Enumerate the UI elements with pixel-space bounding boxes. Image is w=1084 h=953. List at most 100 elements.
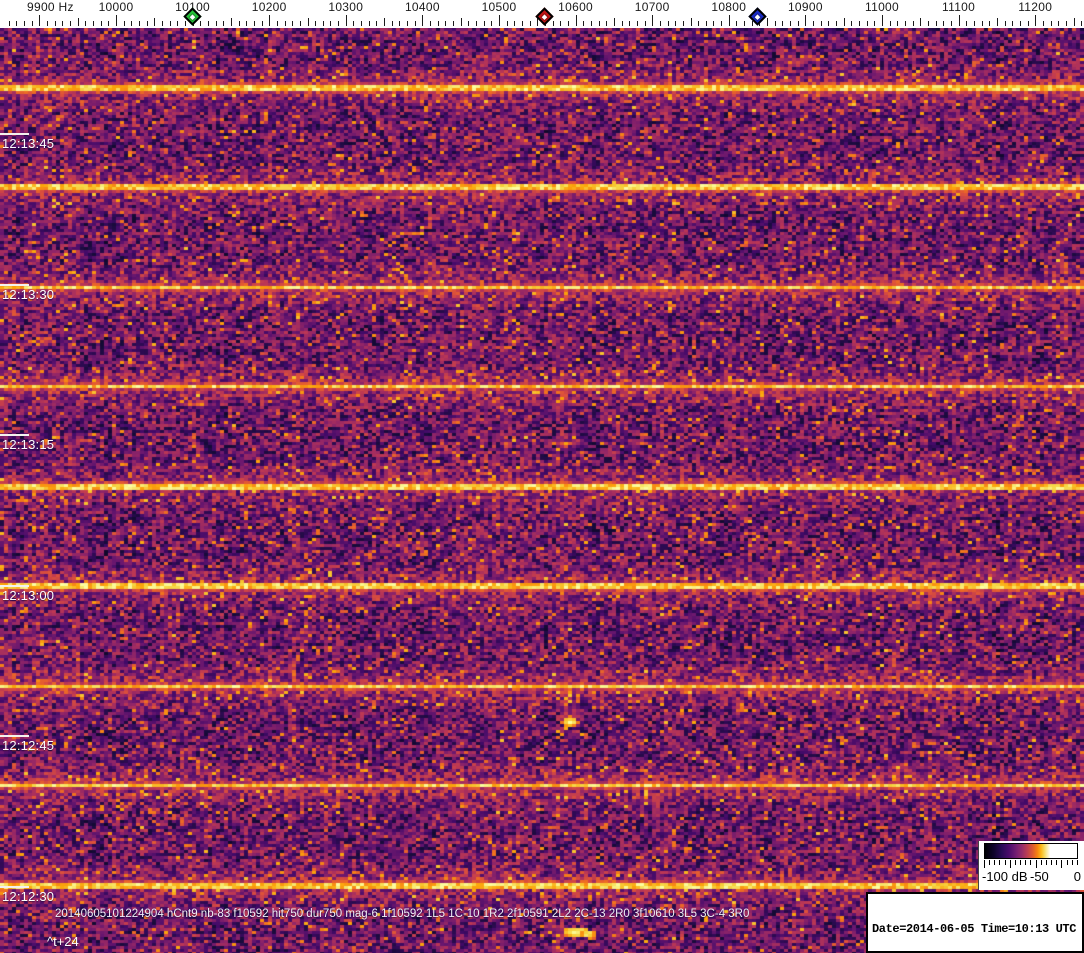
ruler-tick (1081, 21, 1083, 26)
ruler-tick (659, 21, 661, 26)
ruler-tick (797, 21, 799, 26)
ruler-tick (445, 21, 447, 26)
ruler-tick (521, 21, 523, 26)
ruler-tick (667, 21, 669, 26)
ruler-tick (62, 21, 64, 26)
ruler-tick (322, 21, 324, 26)
ruler-tick (935, 21, 937, 26)
hit-annotation-text: 20140605101224904 hCnt9 nb-83 f10592 hit… (55, 908, 750, 920)
ruler-tick (284, 21, 286, 26)
ruler-tick (361, 21, 363, 26)
ruler-tick (1027, 21, 1029, 26)
ruler-tick (269, 15, 271, 26)
ruler-tick (161, 21, 163, 26)
ruler-tick (414, 21, 416, 26)
time-tick (0, 886, 29, 888)
ruler-tick (93, 21, 95, 26)
ruler-tick (682, 21, 684, 26)
frequency-ruler[interactable]: 9900 Hz100001010010200103001040010500106… (0, 0, 1084, 28)
ruler-tick (207, 21, 209, 26)
ruler-tick (805, 15, 807, 26)
ruler-tick (675, 21, 677, 26)
station-info-box: Date=2014-06-05 Time=10:13 UTC Freq=143 … (866, 892, 1084, 953)
ruler-tick (215, 21, 217, 26)
ruler-tick (598, 21, 600, 26)
ruler-tick (973, 21, 975, 26)
spectrogram-waterfall[interactable] (0, 28, 1084, 953)
time-tick (0, 584, 29, 587)
frequency-label: 11200 (1018, 0, 1053, 14)
ruler-tick (399, 21, 401, 26)
marker-red-core (540, 12, 549, 21)
ruler-tick (889, 21, 891, 26)
ruler-tick (782, 21, 784, 26)
ruler-tick (108, 21, 110, 26)
ruler-tick (958, 15, 960, 26)
ruler-tick (39, 15, 41, 26)
ruler-tick (230, 18, 232, 26)
ruler-tick (836, 21, 838, 26)
ruler-tick (1035, 15, 1037, 26)
time-tick (0, 434, 29, 437)
ruler-tick (460, 18, 462, 26)
ruler-tick (904, 21, 906, 26)
ruler-tick (184, 21, 186, 26)
ruler-tick (476, 21, 478, 26)
colorbar-gradient (984, 843, 1078, 859)
ruler-tick (376, 21, 378, 26)
ruler-tick (437, 21, 439, 26)
ruler-tick (897, 21, 899, 26)
ruler-tick (177, 21, 179, 26)
ruler-tick (851, 21, 853, 26)
amplitude-colorbar: -100 dB -50 0 (978, 841, 1084, 890)
marker-green-core (187, 12, 197, 21)
ruler-tick (629, 21, 631, 26)
ruler-tick (744, 21, 746, 26)
frequency-label: 10800 (711, 0, 747, 14)
colorbar-ticks (984, 860, 1078, 869)
ruler-tick (583, 21, 585, 26)
ruler-tick (77, 18, 79, 26)
ruler-tick (859, 21, 861, 26)
ruler-tick (330, 21, 332, 26)
ruler-tick (315, 21, 317, 26)
ruler-tick (223, 21, 225, 26)
ruler-tick (70, 21, 72, 26)
frequency-label: 10500 (481, 0, 517, 14)
ruler-tick (1050, 21, 1052, 26)
ruler-tick (644, 21, 646, 26)
frequency-label: 10000 (98, 0, 134, 14)
time-label: 12:12:30 (2, 889, 55, 904)
ruler-tick (981, 21, 983, 26)
ruler-tick (560, 21, 562, 26)
ruler-tick (866, 21, 868, 26)
ruler-tick (368, 21, 370, 26)
ruler-tick (1012, 21, 1014, 26)
ruler-tick (154, 18, 156, 26)
ruler-tick (1065, 21, 1067, 26)
ruler-tick (246, 21, 248, 26)
time-label: 12:12:45 (2, 738, 55, 754)
frequency-label: 10700 (634, 0, 670, 14)
ruler-tick (100, 21, 102, 26)
ruler-tick (927, 21, 929, 26)
ruler-tick (882, 15, 883, 26)
ruler-tick (8, 21, 10, 26)
ruler-tick (499, 15, 500, 26)
ruler-tick (1042, 21, 1044, 26)
time-label: 12:13:15 (2, 437, 55, 453)
ruler-tick (483, 21, 485, 26)
ruler-tick (146, 21, 148, 26)
ruler-tick (506, 21, 508, 26)
ruler-tick (920, 18, 922, 26)
time-label: 12:13:45 (2, 136, 55, 151)
frequency-label: 10400 (404, 0, 440, 14)
ruler-tick (16, 21, 18, 26)
ruler-tick (345, 15, 347, 26)
ruler-tick (307, 18, 309, 26)
ruler-tick (996, 18, 998, 26)
time-tick (0, 133, 29, 135)
ruler-tick (131, 21, 133, 26)
ruler-tick (384, 18, 386, 26)
ruler-tick (552, 21, 554, 26)
